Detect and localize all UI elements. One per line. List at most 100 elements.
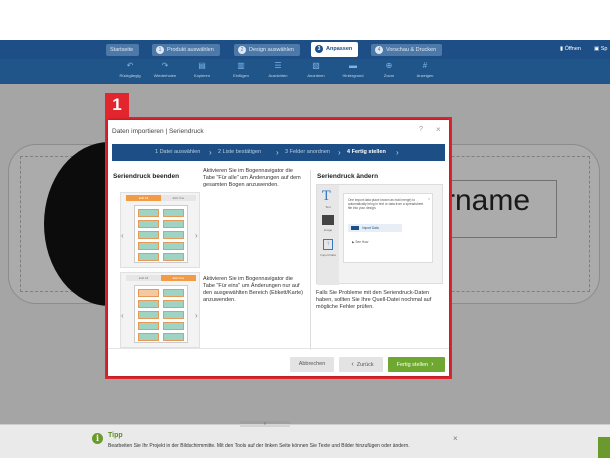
footer-divider (108, 348, 449, 349)
tip-text: Bearbeiten Sie Ihr Projekt in der Bildsc… (108, 443, 410, 449)
chevron-right-icon: › (396, 148, 399, 157)
copy-icon: ▤ (198, 61, 206, 70)
label-cell (163, 231, 184, 239)
nav-step-product[interactable]: 1 Produkt auswählen (152, 44, 220, 56)
zoom-button[interactable]: ⊕ Zoom (374, 62, 404, 82)
tip-bar (0, 424, 610, 458)
tab-edit-all: Edit All (126, 275, 161, 281)
finish-button[interactable]: Fertig stellen › (388, 357, 445, 372)
redo-button[interactable]: ↷ Wiederholen (150, 62, 180, 82)
import-panel: × One import data place known as mail me… (343, 193, 433, 263)
tool-label: Rückgängig (119, 73, 141, 78)
tool-label: Wiederholen (153, 73, 177, 78)
background-button[interactable]: ▬ Hintergrund (338, 62, 368, 82)
tool-sidebar: T Text Image ↑ Import Data (317, 185, 339, 285)
step-number: 4 (375, 45, 383, 54)
see-how-link: ▶ See How (352, 240, 368, 244)
nav-step-label: Design auswählen (249, 47, 294, 53)
view-button[interactable]: # Anzeigen (410, 62, 440, 82)
wizard-step-file[interactable]: 1 Datei auswählen (155, 144, 200, 161)
tool-label: Einfügen (233, 73, 249, 78)
label-cell (138, 253, 159, 261)
close-icon[interactable]: × (453, 434, 458, 443)
step-navigation: Startseite 1 Produkt auswählen 2 Design au… (0, 40, 610, 59)
step-number: 1 (156, 45, 164, 54)
undo-button[interactable]: ↶ Rückgängig (115, 62, 145, 82)
chevron-right-icon: › (338, 148, 341, 157)
edit-one-preview: Edit All Edit One ‹ › (120, 272, 200, 348)
label-cell (163, 322, 184, 330)
paste-button[interactable]: ▥ Einfügen (226, 62, 256, 82)
label-cell (163, 333, 184, 341)
wizard-step-finish[interactable]: 4 Fertig stellen (347, 144, 386, 161)
wizard-step-fields[interactable]: 3 Felder anordnen (285, 144, 330, 161)
cancel-label: Abbrechen (298, 361, 326, 367)
side-action-button[interactable] (598, 437, 610, 458)
right-heading: Seriendruck ändern (317, 173, 379, 180)
redo-icon: ↷ (161, 61, 169, 70)
label-cell (163, 220, 184, 228)
side-label-import: Import Data (320, 253, 336, 257)
import-data-preview: T Text Image ↑ Import Data × One import … (316, 184, 443, 285)
help-icon[interactable]: ? (419, 126, 423, 133)
chevron-left-icon: ‹ (121, 231, 124, 240)
label-cell (138, 231, 159, 239)
tab-edit-one: Edit One (161, 275, 196, 281)
zoom-icon: ⊕ (385, 61, 393, 70)
left-heading: Seriendruck beenden (113, 173, 180, 180)
align-icon: ☰ (274, 61, 282, 70)
label-cell (163, 242, 184, 250)
nav-step-customize[interactable]: 3 Anpassen (311, 42, 359, 57)
nav-step-label: Produkt auswählen (167, 47, 214, 53)
paste-icon: ▥ (237, 61, 245, 70)
label-cell (138, 322, 159, 330)
open-button[interactable]: ▮ Öffnen (560, 45, 581, 54)
wizard-steps: 1 Datei auswählen › 2 Liste bestätigen ›… (112, 144, 445, 161)
background-icon: ▬ (349, 61, 357, 70)
arrange-button[interactable]: ▧ Anordnen (301, 62, 331, 82)
side-label-image: Image (323, 228, 333, 232)
step-number: 2 (238, 45, 246, 54)
cancel-button[interactable]: Abbrechen (290, 357, 334, 372)
top-margin (0, 0, 610, 40)
chevron-left-icon: ‹ (121, 311, 124, 320)
tool-label: Anordnen (307, 73, 325, 78)
label-cell (163, 253, 184, 261)
import-button-label: Import Data (362, 226, 379, 230)
save-icon: ▣ (594, 46, 601, 52)
copy-button[interactable]: ▤ Kopieren (187, 62, 217, 82)
tool-label: Zoom (383, 73, 395, 78)
label-cell (163, 300, 184, 308)
save-label: Sp (600, 46, 608, 52)
edit-all-text: Aktivieren Sie im Bogennavigator die Tab… (203, 168, 301, 188)
sheet-grid (134, 285, 188, 343)
nav-step-label: Vorschau & Drucken (386, 47, 437, 53)
nav-step-preview[interactable]: 4 Vorschau & Drucken (371, 44, 443, 56)
nav-step-design[interactable]: 2 Design auswählen (234, 44, 300, 56)
back-button[interactable]: ‹ Zurück (339, 357, 383, 372)
sheet-grid (134, 205, 188, 263)
tool-label: Ausrichten (268, 73, 288, 78)
save-button[interactable]: ▣ Sp (594, 45, 607, 54)
tool-label: Hintergrund (342, 73, 364, 78)
column-divider (310, 170, 311, 350)
align-button[interactable]: ☰ Ausrichten (263, 62, 293, 82)
nav-step-home[interactable]: Startseite (106, 44, 140, 56)
chevron-right-icon: › (209, 148, 212, 157)
nav-step-label: Anpassen (326, 46, 353, 52)
edit-one-text: Aktivieren Sie im Bogennavigator die Tab… (203, 276, 303, 303)
import-panel-text: One import data place known as mail merg… (348, 198, 424, 210)
wizard-step-list[interactable]: 2 Liste bestätigen (218, 144, 261, 161)
close-icon: × (428, 196, 431, 201)
tool-label: Anzeigen (416, 73, 434, 78)
chevron-right-icon: › (195, 311, 198, 320)
undo-icon: ↶ (126, 61, 134, 70)
side-label-text: Text (325, 205, 331, 209)
label-cell (138, 300, 159, 308)
tab-edit-one: Edit One (161, 195, 196, 201)
label-cell-selected (138, 289, 159, 297)
info-icon: i (92, 433, 103, 444)
close-icon[interactable]: × (436, 125, 441, 134)
label-cell (163, 289, 184, 297)
finish-label: Fertig stellen (396, 362, 429, 368)
